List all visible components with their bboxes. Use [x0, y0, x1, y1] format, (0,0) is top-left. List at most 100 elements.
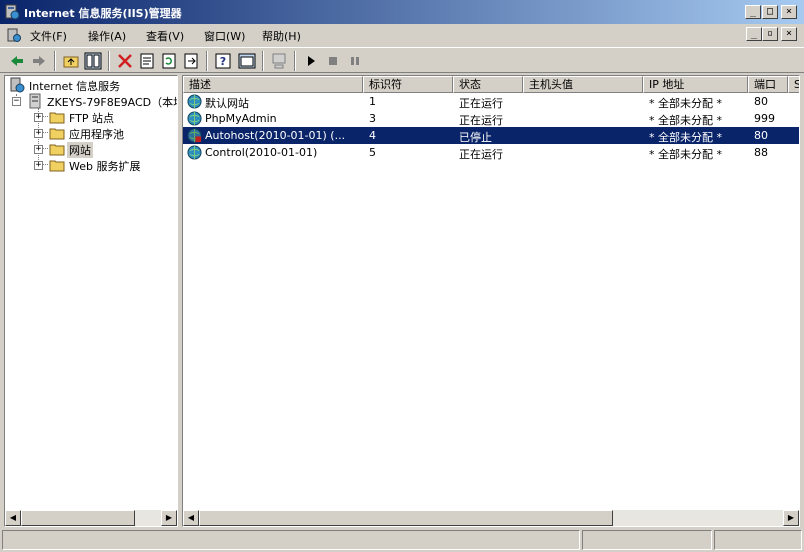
scroll-thumb[interactable] — [21, 510, 135, 526]
site-ip-address: * 全部未分配 * — [649, 148, 722, 161]
console-icon[interactable] — [238, 52, 256, 70]
tree-item-app-pools[interactable]: + 应用程序池 — [7, 125, 177, 141]
play-icon[interactable] — [302, 52, 320, 70]
show-tree-icon[interactable] — [84, 52, 102, 70]
globe-stopped-icon — [187, 128, 202, 143]
menu-bar: 文件(F) 操作(A) 查看(V) 窗口(W) 帮助(H) _ ▫ × — [0, 24, 804, 46]
folder-icon — [49, 112, 65, 124]
tree-root-label: Internet 信息服务 — [29, 80, 121, 93]
expand-icon[interactable]: + — [34, 113, 43, 122]
refresh-icon[interactable] — [160, 52, 178, 70]
site-ip-address: * 全部未分配 * — [649, 97, 722, 110]
site-port: 88 — [754, 146, 768, 159]
site-status: 正在运行 — [459, 148, 503, 161]
site-status: 正在运行 — [459, 114, 503, 127]
child-restore-button[interactable]: ▫ — [762, 27, 778, 41]
iis-root-icon — [10, 77, 25, 93]
tree-item-label: Web 服务扩展 — [69, 160, 141, 173]
site-port: 80 — [754, 129, 768, 142]
site-description: PhpMyAdmin — [205, 112, 277, 125]
globe-icon — [187, 111, 202, 126]
menu-help[interactable]: 帮助(H) — [262, 28, 301, 44]
folder-icon — [49, 128, 65, 140]
column-header-description[interactable]: 描述 — [183, 76, 363, 93]
site-port: 80 — [754, 95, 768, 108]
scroll-thumb[interactable] — [199, 510, 613, 526]
collapse-icon[interactable]: − — [12, 97, 21, 106]
site-ip-address: * 全部未分配 * — [649, 114, 722, 127]
site-identifier: 5 — [369, 146, 376, 159]
tree-item-label: FTP 站点 — [69, 112, 114, 125]
status-panel-secondary — [582, 530, 712, 550]
up-folder-icon[interactable] — [62, 52, 80, 70]
pause-icon[interactable] — [346, 52, 364, 70]
list-horizontal-scrollbar[interactable]: ◀ ▶ — [183, 510, 799, 526]
expand-icon[interactable]: + — [34, 129, 43, 138]
site-row[interactable]: 默认网站 1 正在运行 * 全部未分配 * 80 — [183, 93, 799, 110]
expand-icon[interactable]: + — [34, 161, 43, 170]
toolbar-separator — [262, 51, 264, 71]
tree-item-label: 应用程序池 — [69, 128, 124, 141]
expand-icon[interactable]: + — [34, 145, 43, 154]
child-minimize-button[interactable]: _ — [746, 27, 762, 41]
close-button[interactable]: × — [781, 5, 797, 19]
iis-app-icon — [5, 4, 20, 20]
tree-item-ftp-sites[interactable]: + FTP 站点 — [7, 109, 177, 125]
tree-item-server[interactable]: − ZKEYS-79F8E9ACD（本地计 — [7, 93, 177, 109]
tree-item-web-extensions[interactable]: + Web 服务扩展 — [7, 157, 177, 173]
folder-icon — [49, 144, 65, 156]
site-ip-address: * 全部未分配 * — [649, 131, 722, 144]
computer-icon[interactable] — [270, 52, 288, 70]
tree-item-root[interactable]: Internet 信息服务 — [7, 77, 177, 93]
site-row[interactable]: PhpMyAdmin 3 正在运行 * 全部未分配 * 999 — [183, 110, 799, 127]
export-icon[interactable] — [182, 52, 200, 70]
toolbar-separator — [294, 51, 296, 71]
site-status: 正在运行 — [459, 97, 503, 110]
site-description: Control(2010-01-01) — [205, 146, 318, 159]
menu-file[interactable]: 文件(F) — [30, 28, 67, 44]
svg-text:?: ? — [220, 55, 226, 68]
site-description: Autohost(2010-01-01) (... — [205, 129, 346, 142]
toolbar-separator — [54, 51, 56, 71]
site-row-selected[interactable]: Autohost(2010-01-01) (... 4 已停止 * 全部未分配 … — [183, 127, 799, 144]
scroll-left-icon[interactable]: ◀ — [183, 510, 199, 526]
scroll-right-icon[interactable]: ▶ — [161, 510, 177, 526]
back-icon[interactable] — [8, 52, 26, 70]
tree-horizontal-scrollbar[interactable]: ◀ ▶ — [5, 510, 177, 526]
scroll-right-icon[interactable]: ▶ — [783, 510, 799, 526]
forward-icon[interactable] — [30, 52, 48, 70]
console-window-icon[interactable] — [6, 27, 22, 43]
status-panel-tertiary — [714, 530, 802, 550]
column-header-ip-address[interactable]: IP 地址 — [643, 76, 748, 93]
status-panel-main — [2, 530, 580, 550]
website-list-pane: 描述 标识符 状态 主机头值 IP 地址 端口 S 默认网站 1 正在运行 * … — [182, 75, 800, 527]
column-header-status[interactable]: 状态 — [453, 76, 523, 93]
server-icon — [29, 93, 41, 109]
menu-window[interactable]: 窗口(W) — [204, 28, 245, 44]
help-icon[interactable]: ? — [214, 52, 232, 70]
column-header-host-header[interactable]: 主机头值 — [523, 76, 643, 93]
menu-action[interactable]: 操作(A) — [88, 28, 126, 44]
column-header-port[interactable]: 端口 — [748, 76, 788, 93]
status-bar — [0, 530, 804, 552]
column-header-identifier[interactable]: 标识符 — [363, 76, 453, 93]
column-header-extra[interactable]: S — [788, 76, 799, 93]
stop-icon[interactable] — [324, 52, 342, 70]
toolbar-separator — [108, 51, 110, 71]
globe-icon — [187, 94, 202, 109]
site-row[interactable]: Control(2010-01-01) 5 正在运行 * 全部未分配 * 88 — [183, 144, 799, 161]
tree-pane: Internet 信息服务 − ZKEYS-79F8E9ACD（本地计 + FT… — [4, 75, 178, 527]
properties-icon[interactable] — [138, 52, 156, 70]
site-description: 默认网站 — [205, 97, 249, 110]
window-title: Internet 信息服务(IIS)管理器 — [24, 7, 182, 20]
maximize-button[interactable]: □ — [762, 5, 778, 19]
tree-item-websites[interactable]: + 网站 — [7, 141, 177, 158]
child-close-button[interactable]: × — [781, 27, 797, 41]
minimize-button[interactable]: _ — [745, 5, 761, 19]
delete-icon[interactable] — [116, 52, 134, 70]
menu-view[interactable]: 查看(V) — [146, 28, 184, 44]
scroll-left-icon[interactable]: ◀ — [5, 510, 21, 526]
site-status: 已停止 — [459, 131, 492, 144]
site-port: 999 — [754, 112, 775, 125]
tree-server-label: ZKEYS-79F8E9ACD（本地计 — [47, 96, 177, 109]
